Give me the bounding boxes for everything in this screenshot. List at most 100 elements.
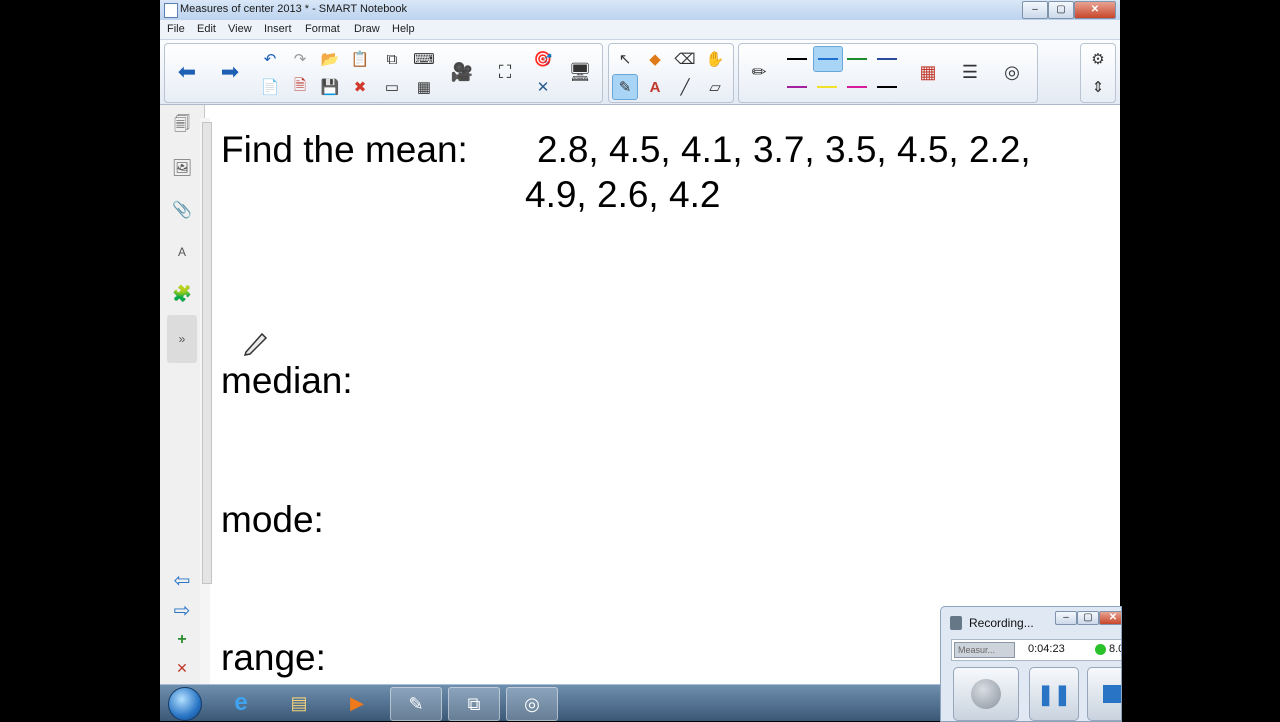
undo-icon[interactable]: ↶: [258, 47, 282, 71]
recorder-minimize-button[interactable]: –: [1055, 611, 1077, 625]
pen-style-6[interactable]: [813, 75, 841, 99]
recorder-icon[interactable]: ⧉: [448, 687, 500, 721]
scrollbar-thumb[interactable]: [202, 122, 212, 584]
next-page-icon[interactable]: ⇨: [167, 593, 197, 627]
keyboard-icon[interactable]: ⌨: [412, 47, 436, 71]
toolbar: ⬅ ➡ ↶ ↷ 📂 📋 ⧉ ⌨ 📄 🗎 💾 ✖ ▭ ▦ 🎥 ⛶ 🎯 ✕ 🖥 ↖ …: [160, 40, 1120, 105]
attachments-tab[interactable]: 📎: [167, 193, 197, 227]
pen-style-8[interactable]: [873, 75, 901, 99]
minimize-button[interactable]: –: [1022, 1, 1048, 19]
delete-page-icon[interactable]: 🗎: [288, 75, 312, 99]
toolbar-group-settings: ⚙ ⇕: [1080, 43, 1116, 103]
app-icon: [164, 3, 178, 18]
paste-icon[interactable]: 📋: [348, 47, 372, 71]
add-page-icon[interactable]: 📄: [258, 75, 282, 99]
median-label: median:: [221, 360, 353, 401]
stop-icon: [1103, 685, 1121, 703]
eraser-icon[interactable]: ▱: [703, 75, 727, 99]
delete-page-icon[interactable]: ✕: [167, 651, 197, 684]
gallery-tab[interactable]: 🖼: [167, 151, 197, 185]
previous-page-icon[interactable]: ⇦: [167, 563, 197, 597]
table-icon[interactable]: ▦: [412, 75, 436, 99]
recorder-source-dropdown[interactable]: Measur...: [954, 642, 1015, 658]
document-camera-icon[interactable]: 🎥: [445, 52, 479, 92]
magic-pen-icon[interactable]: ✋: [703, 47, 727, 71]
pen-cursor-icon: [243, 332, 268, 356]
recorder-status-bar: Measur... 0:04:23 8.0: [951, 639, 1121, 661]
pen-style-5[interactable]: [783, 75, 811, 99]
eraser-tool-icon[interactable]: ⌫: [673, 47, 697, 71]
forward-icon[interactable]: ➡: [213, 52, 247, 92]
add-ons-tab[interactable]: 🧩: [167, 277, 197, 311]
menu-draw[interactable]: Draw: [354, 23, 380, 35]
record-button[interactable]: [953, 667, 1019, 721]
back-icon[interactable]: ⬅: [170, 52, 204, 92]
pen-style-7[interactable]: [843, 75, 871, 99]
window-title: Measures of center 2013 * - SMART Notebo…: [180, 3, 408, 15]
pen-style-2[interactable]: [813, 46, 843, 72]
fill-icon[interactable]: ◎: [995, 52, 1029, 92]
recorder-close-button[interactable]: ✕: [1099, 611, 1121, 625]
display-icon[interactable]: 🖥: [563, 52, 597, 92]
properties-icon[interactable]: ☰: [953, 52, 987, 92]
data-values-line2: 4.9, 2.6, 4.2: [525, 174, 721, 215]
recorder-window: Recording... – ▢ ✕ Measur... 0:04:23 8.0…: [940, 606, 1122, 722]
shapes-icon[interactable]: ◆: [643, 47, 667, 71]
internet-explorer-icon[interactable]: e: [216, 687, 266, 719]
properties-tab[interactable]: A: [167, 235, 197, 269]
menu-view[interactable]: View: [228, 23, 252, 35]
start-button[interactable]: [168, 687, 202, 721]
menu-edit[interactable]: Edit: [197, 23, 216, 35]
line-icon[interactable]: ╱: [673, 75, 697, 99]
save-icon[interactable]: 💾: [318, 75, 342, 99]
expand-sidebar-icon[interactable]: »: [167, 315, 197, 363]
full-screen-icon[interactable]: ⛶: [488, 52, 522, 92]
select-icon[interactable]: ↖: [613, 47, 637, 71]
record-icon: [971, 679, 1001, 709]
side-tabs: 🗐 🖼 📎 A 🧩 » ⇦ ⇨ + ✕: [160, 105, 205, 684]
pen-style-3[interactable]: [843, 47, 871, 71]
close-button[interactable]: ✕: [1074, 1, 1116, 19]
text-icon[interactable]: A: [643, 75, 667, 99]
smart-notebook-icon[interactable]: ✎: [390, 687, 442, 721]
mean-label: Find the mean:: [221, 129, 468, 170]
colors-icon[interactable]: ▦: [911, 52, 945, 92]
redo-icon[interactable]: ↷: [288, 47, 312, 71]
stop-button[interactable]: [1087, 667, 1121, 721]
menu-bar: File Edit View Insert Format Draw Help: [160, 20, 1120, 40]
screen-capture-icon[interactable]: ⧉: [380, 47, 404, 71]
capture-icon[interactable]: 🎯: [531, 47, 555, 71]
menu-insert[interactable]: Insert: [264, 23, 292, 35]
menu-help[interactable]: Help: [392, 23, 415, 35]
recording-level: 8.0: [1109, 643, 1121, 655]
delete-icon[interactable]: ✖: [348, 75, 372, 99]
toolbar-group-pens: ✏ ▦ ☰ ◎: [738, 43, 1038, 103]
toolbar-group-main: ⬅ ➡ ↶ ↷ 📂 📋 ⧉ ⌨ 📄 🗎 💾 ✖ ▭ ▦ 🎥 ⛶ 🎯 ✕ 🖥: [164, 43, 603, 103]
recorder-icon: [950, 616, 962, 630]
maximize-button[interactable]: ▢: [1048, 1, 1074, 19]
media-player-icon[interactable]: ▶: [332, 687, 382, 719]
pen-style-1[interactable]: [783, 47, 811, 71]
move-toolbar-icon[interactable]: ⇕: [1086, 75, 1110, 99]
mode-label: mode:: [221, 499, 324, 540]
range-label: range:: [221, 637, 326, 678]
file-explorer-icon[interactable]: ▤: [274, 687, 324, 719]
toolbar-group-tools: ↖ ◆ ⌫ ✋ ✎ A ╱ ▱: [608, 43, 734, 103]
page-sorter-tab[interactable]: 🗐: [167, 109, 197, 143]
pause-button[interactable]: ❚❚: [1029, 667, 1079, 721]
close-x-icon[interactable]: ✕: [531, 75, 555, 99]
camera-icon[interactable]: ◎: [506, 687, 558, 721]
pens-icon[interactable]: ✎: [612, 74, 638, 100]
open-icon[interactable]: 📂: [318, 47, 342, 71]
status-indicator-icon: [1095, 644, 1106, 655]
settings-icon[interactable]: ⚙: [1086, 47, 1110, 71]
screen-shade-icon[interactable]: ▭: [380, 75, 404, 99]
menu-file[interactable]: File: [167, 23, 185, 35]
notebook-page[interactable]: Find the mean: 2.8, 4.5, 4.1, 3.7, 3.5, …: [220, 105, 1120, 684]
menu-format[interactable]: Format: [305, 23, 340, 35]
pen-icon[interactable]: ✏: [742, 52, 776, 92]
title-bar: Measures of center 2013 * - SMART Notebo…: [160, 0, 1120, 20]
pen-style-4[interactable]: [873, 47, 901, 71]
pause-icon: ❚❚: [1037, 683, 1071, 706]
recorder-maximize-button[interactable]: ▢: [1077, 611, 1099, 625]
